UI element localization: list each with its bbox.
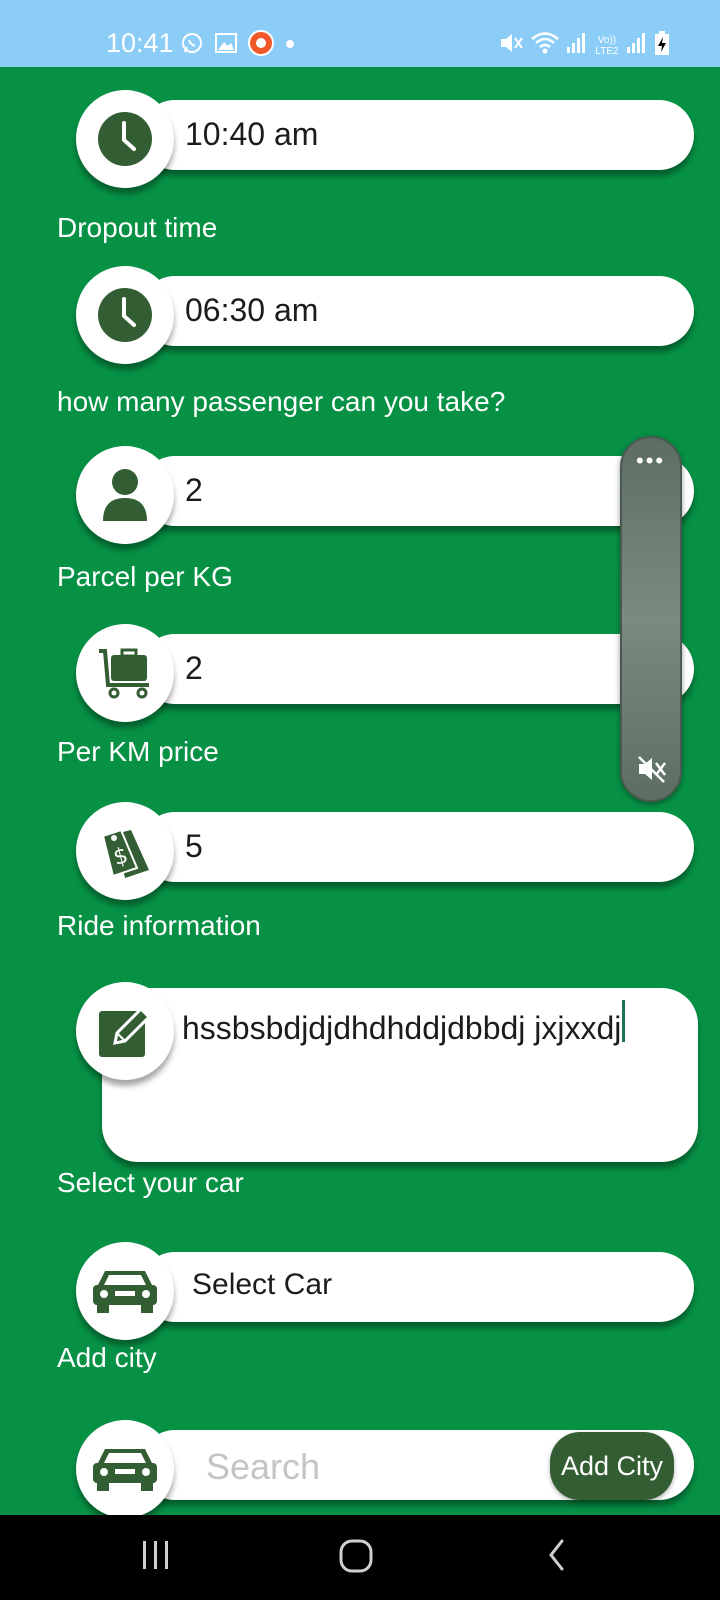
battery-charging-icon (654, 30, 670, 61)
home-icon[interactable] (338, 1537, 376, 1580)
passengers-field[interactable] (140, 456, 694, 526)
parcel-label: Parcel per KG (57, 561, 233, 592)
ride-info-text[interactable]: hssbsbdjdjdhdhddjdbbdj jxjxxdj (182, 1010, 621, 1047)
car-icon (93, 1449, 157, 1491)
car-icon (93, 1271, 157, 1313)
luggage-cart-icon-button (76, 624, 174, 722)
city-search-input[interactable]: Search (206, 1446, 320, 1488)
car-icon-button (76, 1242, 174, 1340)
ride-info-textarea[interactable]: hssbsbdjdjdhdhddjdbbdj jxjxxdj (102, 988, 698, 1162)
person-icon (103, 469, 147, 521)
clock-icon (98, 288, 152, 342)
parcel-value[interactable]: 2 (185, 650, 203, 687)
text-cursor (622, 1000, 625, 1042)
gallery-icon (214, 31, 238, 60)
dropout-time-label: Dropout time (57, 212, 218, 243)
whatsapp-icon (180, 31, 204, 60)
price-tag-icon-button: $ (76, 802, 174, 900)
luggage-cart-icon (99, 648, 149, 699)
status-time: 10:41 (106, 28, 174, 58)
price-value[interactable]: 5 (185, 828, 203, 865)
dot-icon (284, 37, 296, 55)
app-notification-icon (248, 30, 274, 61)
volte-icon: Vo)) LTE2 (595, 34, 619, 57)
more-icon[interactable]: ••• (636, 450, 665, 472)
signal-icon (626, 31, 648, 60)
volume-panel[interactable]: ••• (620, 436, 682, 802)
status-left-icons (180, 30, 296, 61)
edit-icon-button (76, 982, 174, 1080)
parcel-field[interactable] (140, 634, 694, 704)
clock-icon-button[interactable] (76, 266, 174, 364)
mute-icon (498, 30, 524, 61)
price-field[interactable] (140, 812, 694, 882)
mute-icon[interactable] (636, 754, 668, 789)
price-label: Per KM price (57, 736, 219, 767)
wifi-icon (530, 30, 560, 61)
signal-icon (566, 31, 588, 60)
navigation-bar (0, 1515, 720, 1600)
price-tag-icon: $ (101, 828, 149, 878)
select-car-value[interactable]: Select Car (192, 1268, 332, 1302)
clock-icon-button[interactable] (76, 90, 174, 188)
passengers-label: how many passenger can you take? (57, 386, 506, 417)
recent-apps-icon[interactable] (140, 1537, 172, 1578)
status-bar: 10:41 Vo)) LTE2 (0, 0, 720, 67)
person-icon-button (76, 446, 174, 544)
dropout-time-value[interactable]: 06:30 am (185, 292, 318, 329)
add-city-button[interactable]: Add City (550, 1432, 674, 1500)
edit-icon (99, 1006, 152, 1057)
car-icon-button (76, 1420, 174, 1518)
ride-info-label: Ride information (57, 910, 261, 941)
select-car-label: Select your car (57, 1167, 244, 1198)
add-city-label: Add city (57, 1342, 157, 1373)
back-icon[interactable] (546, 1537, 568, 1578)
pickup-time-value[interactable]: 10:40 am (185, 116, 318, 153)
clock-icon (98, 112, 152, 166)
passengers-value[interactable]: 2 (185, 472, 203, 509)
status-right-icons: Vo)) LTE2 (498, 30, 670, 61)
